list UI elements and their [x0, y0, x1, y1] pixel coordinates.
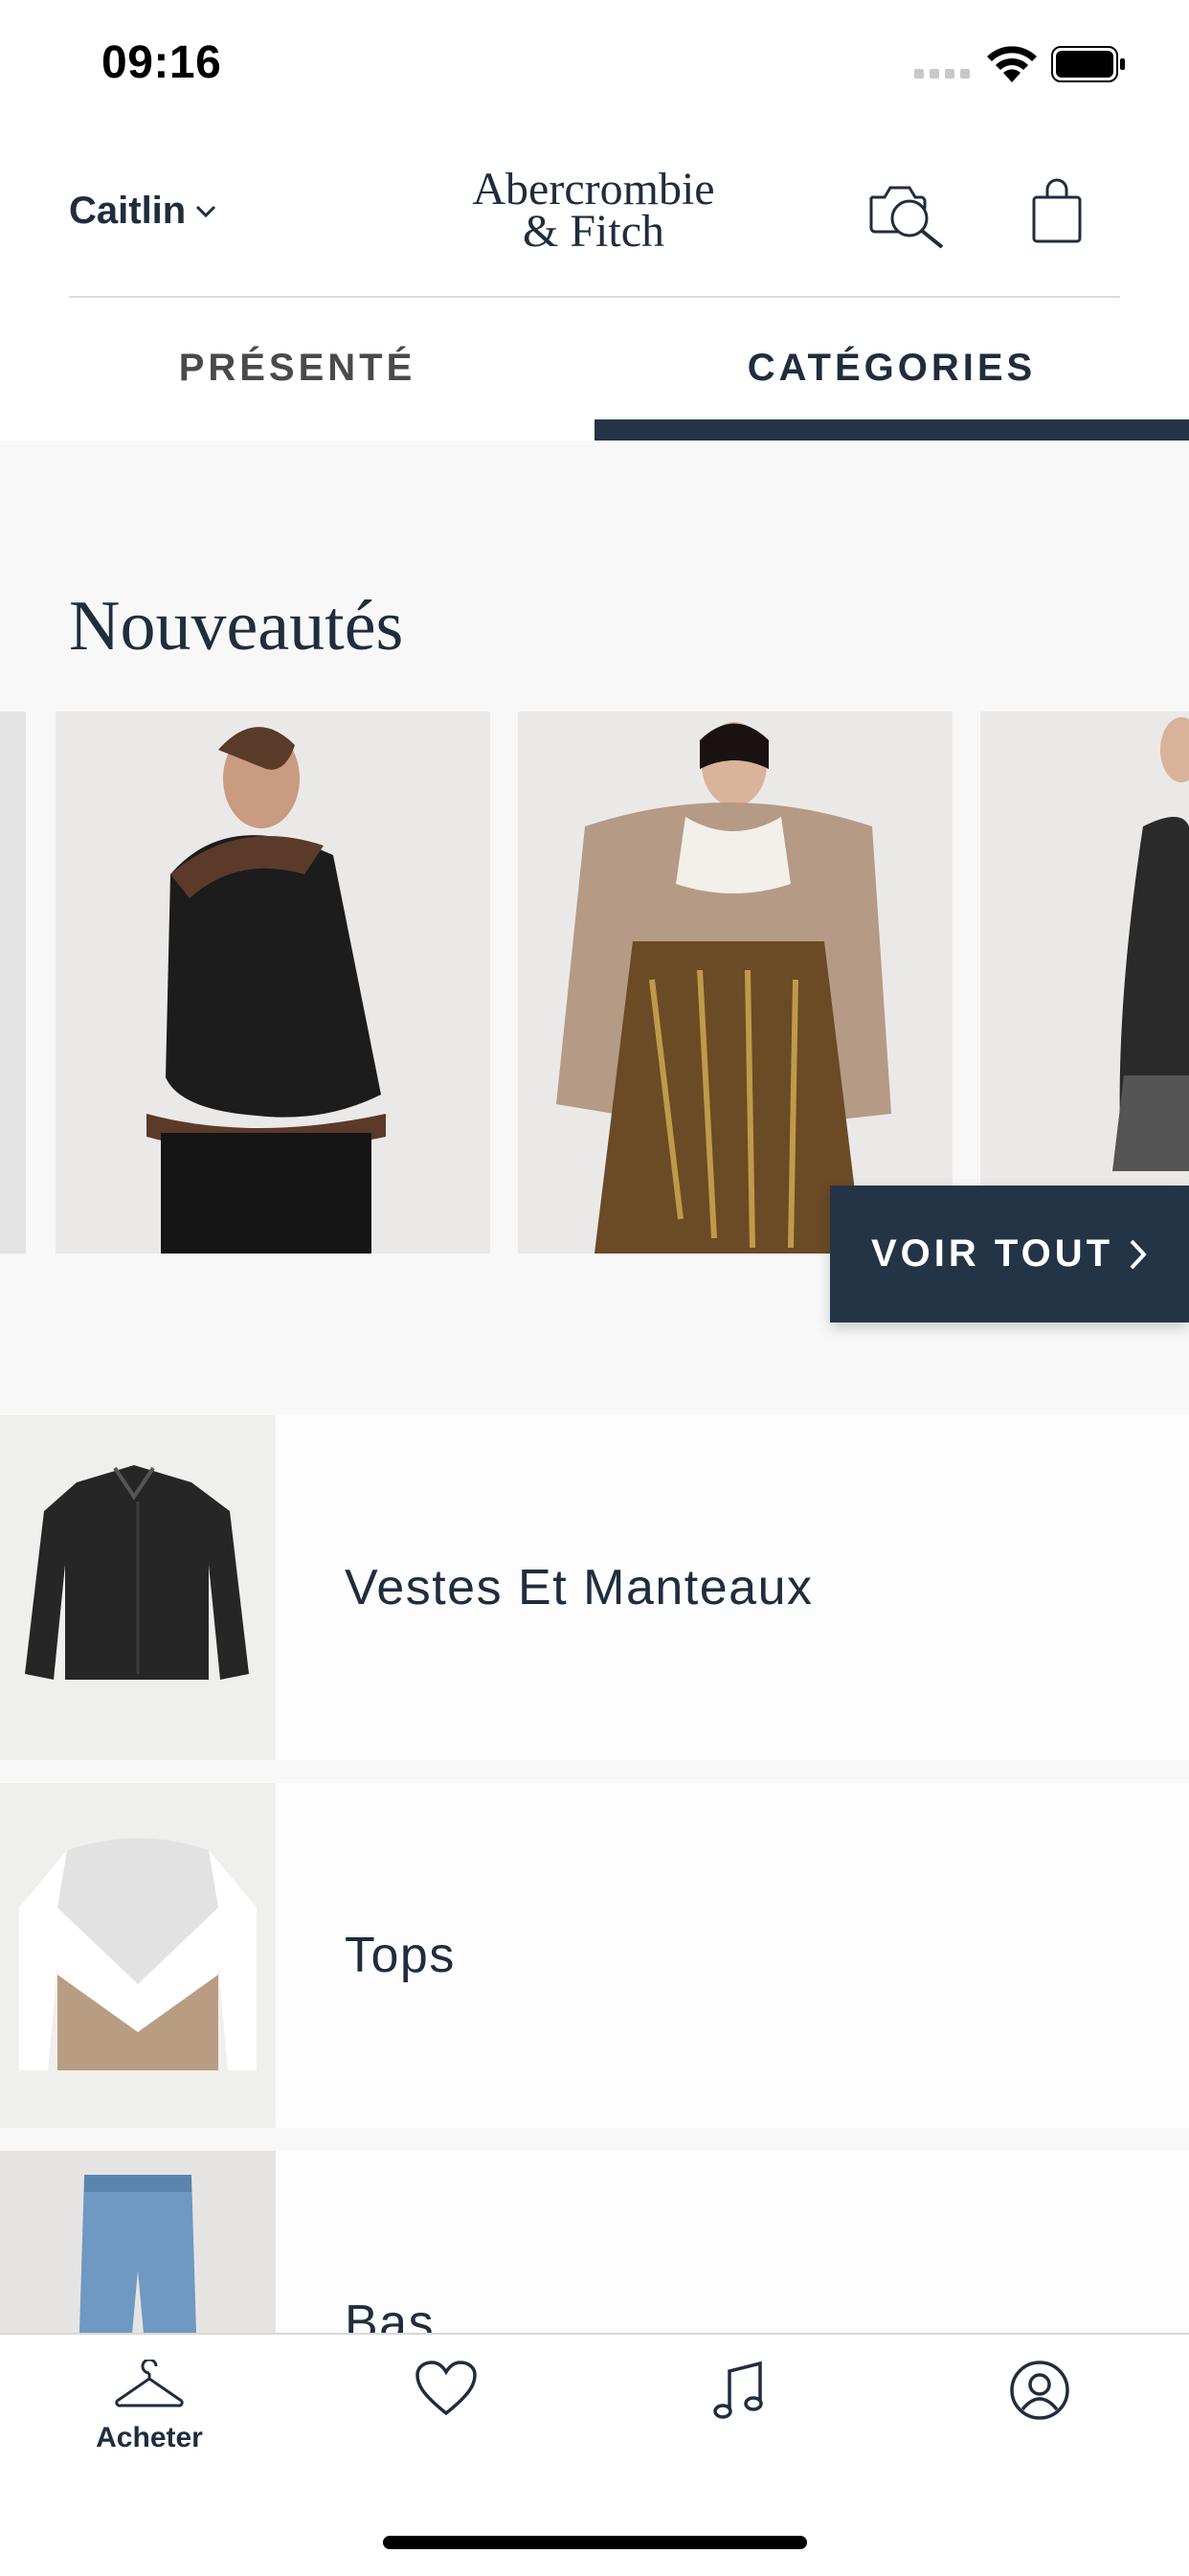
category-row-jackets[interactable]: Vestes Et Manteaux [0, 1415, 1189, 1760]
chevron-right-icon [1130, 1239, 1147, 1269]
product-image-shearling-jacket[interactable] [56, 712, 490, 1254]
section-title: Nouveautés [69, 587, 404, 666]
header-divider [69, 296, 1120, 298]
wifi-icon [987, 46, 1037, 82]
product-image-partial[interactable] [0, 712, 26, 1254]
heart-icon [415, 2361, 477, 2416]
account-menu[interactable]: Caitlin [69, 190, 216, 233]
nav-account[interactable] [944, 2360, 1135, 2426]
category-thumbnail [0, 1783, 276, 2128]
active-tab-indicator [594, 419, 1189, 441]
nav-wishlist[interactable] [350, 2360, 542, 2422]
category-row-tops[interactable]: Tops [0, 1783, 1189, 2128]
see-all-label: VOIR TOUT [870, 1232, 1114, 1275]
logo-line-1: Abercrombie [472, 164, 715, 215]
brand-logo[interactable]: Abercrombie & Fitch [450, 164, 737, 257]
account-icon [1010, 2361, 1069, 2420]
category-thumbnail [0, 1415, 276, 1760]
user-name: Caitlin [69, 190, 187, 232]
cellular-signal-icon [914, 69, 970, 79]
status-time: 09:16 [101, 37, 222, 88]
see-all-button[interactable]: VOIR TOUT [830, 1186, 1189, 1322]
tab-categories[interactable]: CATÉGORIES [594, 347, 1189, 390]
music-note-icon [713, 2361, 763, 2419]
tab-featured[interactable]: PRÉSENTÉ [0, 347, 594, 390]
nav-music[interactable] [643, 2360, 835, 2428]
hanger-icon [115, 2358, 184, 2407]
chevron-down-icon [196, 205, 216, 217]
nav-shop[interactable]: Acheter [54, 2358, 245, 2454]
product-image-tan-jacket[interactable] [518, 712, 953, 1254]
category-label: Vestes Et Manteaux [345, 1560, 814, 1616]
nav-label: Acheter [96, 2422, 203, 2453]
home-indicator[interactable] [383, 2536, 807, 2549]
shopping-bag-icon[interactable] [1030, 178, 1084, 245]
logo-line-2: & Fitch [522, 206, 664, 257]
category-label: Tops [345, 1928, 456, 1983]
battery-icon [1051, 46, 1125, 82]
product-image-black-dress[interactable] [980, 712, 1189, 1254]
camera-search-icon[interactable] [865, 178, 948, 251]
